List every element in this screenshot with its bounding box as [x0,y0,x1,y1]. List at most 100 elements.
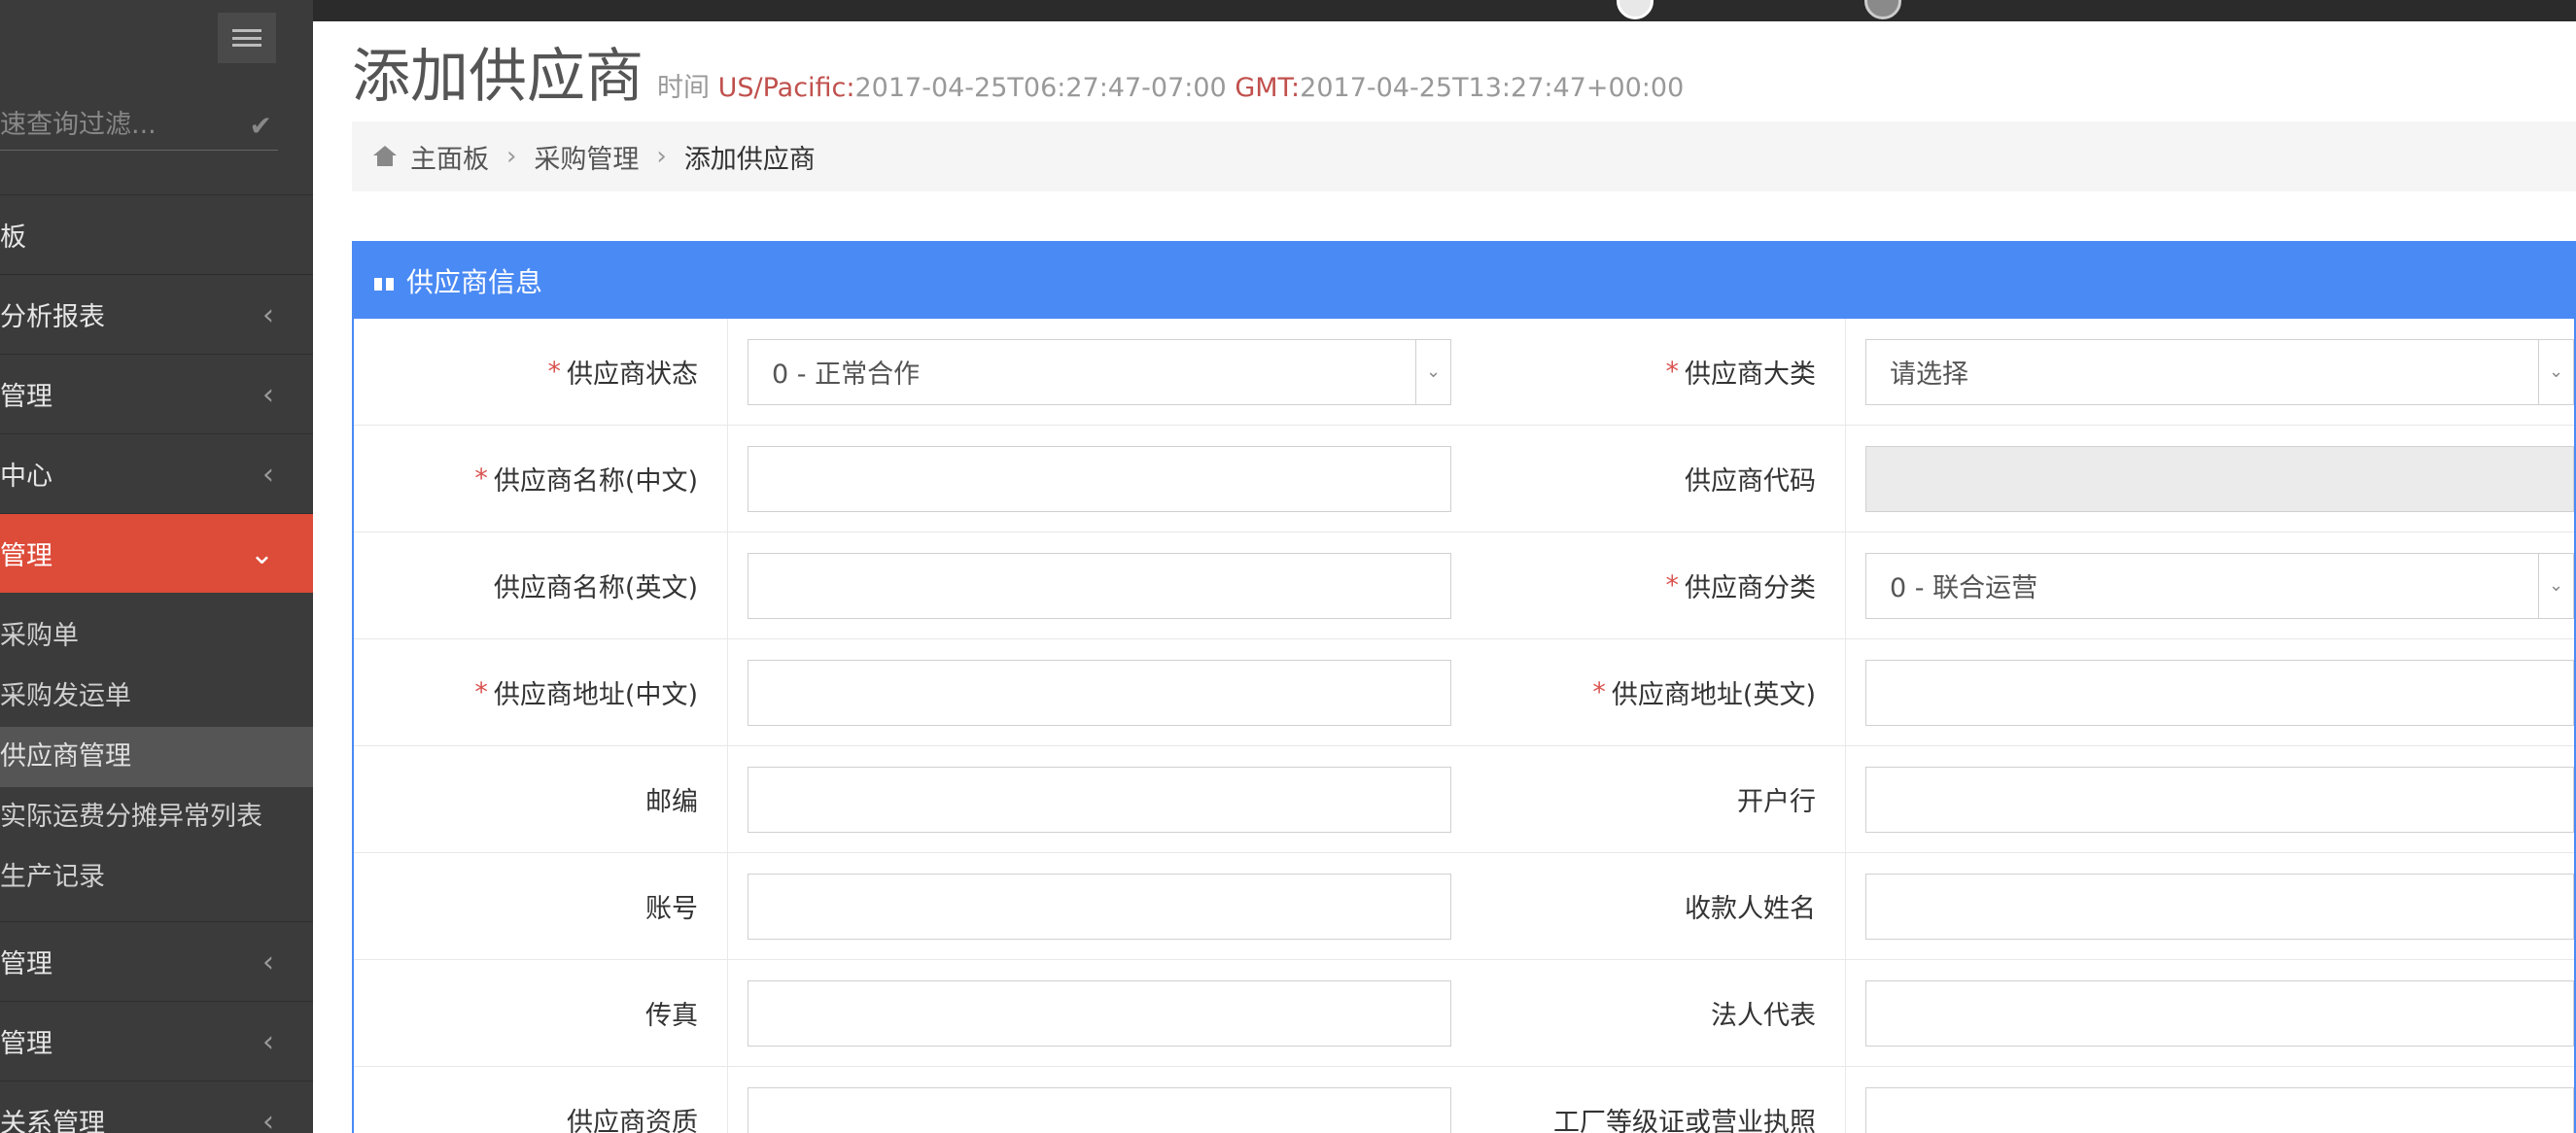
sidebar-item-management-3[interactable]: 管理 ‹ [0,1001,313,1081]
form-row: 账号 收款人姓名 [354,853,2574,960]
sidebar-item-center[interactable]: 中心 ‹ [0,433,313,513]
field-label-text: 收款人姓名 [1685,894,1816,924]
required-mark: * [1665,570,1680,601]
sidebar-item-label: 管理 [0,1029,52,1059]
form-row: * 供应商名称(中文) 供应商代码 [354,426,2574,532]
chevron-left-icon: ‹ [262,298,274,332]
payee-name-input[interactable] [1865,873,2574,940]
supplier-status-select[interactable]: 0 - 正常合作 ⌄ [748,338,1451,405]
form-row: 供应商资质 工厂等级证或营业执照 [354,1067,2574,1133]
panel-title: 供应商信息 [406,266,543,298]
sidebar-toggle-button[interactable] [218,13,276,63]
field-label-text: 供应商分类 [1685,573,1816,603]
user-avatar[interactable] [1864,0,1901,19]
supplier-address-cn-input[interactable] [748,659,1451,726]
required-mark: * [474,677,488,707]
field-label-text: 法人代表 [1711,1001,1816,1031]
supplier-classification-select[interactable]: 0 - 联合运营 ⌄ [1865,552,2574,619]
required-mark: * [1665,357,1680,387]
sidebar-item-label: 关系管理 [0,1109,105,1133]
legal-representative-input[interactable] [1865,979,2574,1047]
form-row: 邮编 开户行 [354,746,2574,853]
field-label: 工厂等级证或营业执照 [1473,1067,1846,1133]
fax-input[interactable] [748,979,1451,1047]
sidebar-item-reports[interactable]: 分析报表 ‹ [0,274,313,354]
sidebar-item-label: 管理 [0,382,52,412]
field-label: * 供应商名称(中文) [354,426,728,532]
form-row: 供应商名称(英文) * 供应商分类 0 - 联合运营 ⌄ [354,532,2574,639]
supplier-category-select[interactable]: 请选择 ⌄ [1865,338,2574,405]
sidebar-item-management-2[interactable]: 管理 ‹ [0,921,313,1001]
submenu-item-production-records[interactable]: 生产记录 [0,847,313,908]
supplier-name-en-input[interactable] [748,552,1451,619]
field-label-text: 供应商代码 [1685,466,1816,497]
breadcrumb-separator: › [656,142,667,171]
sidebar-item-label: 中心 [0,462,52,492]
field-label-text: 账号 [645,894,698,924]
gift-icon [373,271,395,291]
chevron-left-icon: ‹ [262,1105,274,1133]
chevron-down-icon: ⌄ [2538,553,2573,618]
field-label-text: 邮编 [645,787,698,817]
supplier-code-input [1865,445,2574,512]
check-icon[interactable]: ✔ [250,110,272,142]
account-number-input[interactable] [748,873,1451,940]
top-navbar [0,0,2576,21]
submenu-item-supplier-management[interactable]: 供应商管理 [0,727,313,787]
select-value: 请选择 [1890,360,1968,390]
field-label-text: 供应商名称(中文) [493,466,698,497]
required-mark: * [1592,677,1606,707]
breadcrumb-procurement[interactable]: 采购管理 [534,138,639,176]
field-label: 收款人姓名 [1473,853,1846,959]
chevron-down-icon: ⌄ [249,537,274,571]
field-label: 供应商资质 [354,1067,728,1133]
supplier-address-en-input[interactable] [1865,659,2574,726]
home-icon [373,146,397,167]
sidebar-item-label: 板 [0,223,26,253]
breadcrumb-home[interactable]: 主面板 [410,138,489,176]
field-label-text: 供应商名称(英文) [493,573,698,603]
select-value: 0 - 正常合作 [772,360,921,390]
field-label: 供应商代码 [1473,426,1846,532]
submenu-item-purchase-shipment[interactable]: 采购发运单 [0,667,313,727]
field-label-text: 供应商地址(英文) [1611,680,1816,710]
timezone-1-time: 2017-04-25T06:27:47-07:00 [854,73,1227,103]
time-label: 时间 [657,73,710,103]
field-label-text: 供应商大类 [1685,360,1816,390]
sidebar-item-procurement[interactable]: 管理 ⌄ [0,513,313,593]
field-label: * 供应商状态 [354,319,728,425]
hamburger-icon [232,29,261,47]
field-label: * 供应商分类 [1473,532,1846,638]
sidebar-item-management-1[interactable]: 管理 ‹ [0,354,313,433]
breadcrumb: 主面板 › 采购管理 › 添加供应商 [352,121,2576,191]
sidebar-item-dashboard[interactable]: 板 [0,194,313,274]
supplier-info-panel: 供应商信息 * 供应商状态 0 - 正常合作 ⌄ * 供应商大类 请选择 ⌄ * 供应商名… [352,241,2576,1133]
field-label-text: 供应商资质 [567,1108,698,1133]
bank-name-input[interactable] [1865,766,2574,833]
form-row: * 供应商地址(中文) * 供应商地址(英文) [354,639,2574,746]
chevron-left-icon: ‹ [262,1025,274,1059]
field-label: * 供应商地址(中文) [354,639,728,745]
sidebar: ✔ 板 分析报表 ‹ 管理 ‹ 中心 ‹ 管理 ⌄ 采购单 采购发运单 供应商管… [0,0,313,1133]
field-label: * 供应商大类 [1473,319,1846,425]
factory-license-input[interactable] [1865,1086,2574,1133]
sidebar-search: ✔ [0,100,278,151]
page-title: 添加供应商 [352,43,644,111]
sidebar-search-input[interactable] [0,110,233,140]
timezone-2-time: 2017-04-25T13:27:47+00:00 [1300,73,1685,103]
supplier-name-cn-input[interactable] [748,445,1451,512]
submenu-item-purchase-order[interactable]: 采购单 [0,606,313,667]
postcode-input[interactable] [748,766,1451,833]
timezone-2-name: GMT: [1235,73,1301,103]
sidebar-item-relations[interactable]: 关系管理 ‹ [0,1081,313,1133]
field-label: 供应商名称(英文) [354,532,728,638]
chevron-left-icon: ‹ [262,378,274,412]
breadcrumb-current: 添加供应商 [683,144,816,175]
form-row: 传真 法人代表 [354,960,2574,1067]
submenu-item-freight-exception[interactable]: 实际运费分摊异常列表 [0,787,313,847]
chevron-down-icon: ⌄ [2538,339,2573,404]
supplier-qualification-input[interactable] [748,1086,1451,1133]
chevron-left-icon: ‹ [262,945,274,979]
notification-avatar[interactable] [1617,0,1654,19]
field-label: 账号 [354,853,728,959]
